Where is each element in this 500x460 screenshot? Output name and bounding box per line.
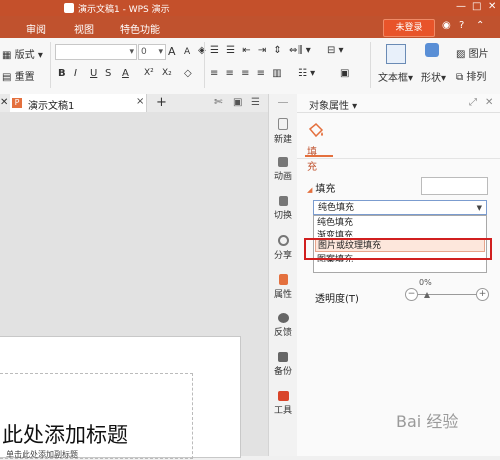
- list-icon[interactable]: ☰: [251, 97, 260, 108]
- option-gradient-fill[interactable]: 渐变填充: [317, 228, 353, 237]
- highlight-box: [304, 238, 492, 260]
- transparency-label: 透明度(T): [315, 294, 359, 305]
- maximize-icon[interactable]: □: [472, 1, 481, 12]
- divider: [50, 42, 51, 88]
- presentation-icon: P: [12, 98, 22, 108]
- sidebar-item-tools[interactable]: 工具: [269, 391, 297, 416]
- expand-triangle-icon: ◢: [307, 186, 313, 194]
- textbox-button[interactable]: 文本框▾: [378, 69, 413, 84]
- wps-logo-icon: [64, 3, 74, 13]
- divider: [204, 42, 205, 88]
- divider: [297, 158, 500, 159]
- font-name-select[interactable]: ▾: [55, 44, 137, 60]
- shirt-icon[interactable]: ◉: [442, 20, 451, 31]
- panel-title[interactable]: 对象属性 ▾: [309, 97, 357, 112]
- ribbon: ▦ 版式 ▾ ▤ 重置 ▾ 0 ▾ A A ◈ B I U S A X² X₂ ◇…: [0, 38, 500, 95]
- minimize-icon[interactable]: —: [456, 1, 466, 12]
- toolbox-icon: [277, 391, 289, 401]
- title-bar: 演示文稿1 - WPS 演示 — □ ✕: [0, 0, 500, 16]
- document-tab-bar: ✕ P 演示文稿1 × + ✄ ▣ ☰: [0, 94, 268, 113]
- panel-close-icon[interactable]: ✕: [485, 97, 493, 108]
- collapse-icon[interactable]: ⌃: [476, 20, 484, 31]
- menu-view[interactable]: 视图: [74, 21, 94, 36]
- tab-underline: [305, 155, 333, 157]
- side-toolbar: 新建 动画 切换 分享 属性 反馈 备份 工具: [268, 94, 298, 456]
- textbox-icon[interactable]: [386, 44, 406, 64]
- menu-review[interactable]: 审阅: [26, 21, 46, 36]
- slide-canvas: 此处添加标题 单击此处添加副标题: [0, 112, 268, 460]
- dock-icon[interactable]: ⤢: [469, 97, 477, 108]
- decrease-button[interactable]: −: [405, 288, 418, 301]
- new-tab-button[interactable]: +: [156, 95, 167, 110]
- sidebar-item-backup[interactable]: 备份: [269, 352, 297, 377]
- font-grow-button[interactable]: A: [168, 45, 176, 58]
- help-icon[interactable]: ?: [459, 20, 464, 31]
- fill-section-header[interactable]: ◢ 填充: [307, 180, 335, 195]
- arrange-small-icon[interactable]: ▣: [340, 68, 349, 79]
- underline-button[interactable]: U: [90, 68, 97, 79]
- properties-icon: [278, 274, 288, 285]
- tools-icon[interactable]: ✄: [214, 97, 222, 108]
- feedback-icon: [277, 313, 289, 323]
- sidebar-item-share[interactable]: 分享: [269, 235, 297, 261]
- slide-subtitle-text[interactable]: 单击此处添加副标题: [6, 449, 78, 460]
- bold-button[interactable]: B: [58, 68, 66, 79]
- sidebar-item-feedback[interactable]: 反馈: [269, 313, 297, 338]
- superscript-button[interactable]: X²: [144, 68, 154, 78]
- window-icon[interactable]: ▣: [233, 97, 242, 108]
- text-align-button[interactable]: ⊟ ▾: [327, 45, 344, 56]
- option-solid-fill[interactable]: 纯色填充: [317, 215, 353, 228]
- transparency-slider[interactable]: 0% − +: [405, 278, 489, 303]
- animation-icon: [278, 157, 288, 167]
- new-icon: [278, 118, 288, 130]
- layout-button[interactable]: ▦ 版式 ▾: [2, 46, 43, 61]
- fill-type-select[interactable]: 纯色填充 ▼: [313, 200, 487, 215]
- window-title: 演示文稿1 - WPS 演示: [78, 5, 170, 15]
- picture-button[interactable]: ▨ 图片: [456, 45, 489, 60]
- menu-bar: 审阅 视图 特色功能 未登录 ◉ ? ⌃: [0, 16, 500, 38]
- login-button[interactable]: 未登录: [383, 19, 435, 37]
- transparency-value: 0%: [419, 278, 432, 287]
- strike-button[interactable]: S: [105, 68, 111, 79]
- align-tools[interactable]: ≡ ≡ ≡ ≡ ▥: [210, 68, 284, 79]
- slider-thumb[interactable]: [424, 292, 430, 298]
- subscript-button[interactable]: X₂: [162, 68, 172, 78]
- close-icon[interactable]: ✕: [488, 1, 496, 12]
- divider: [370, 42, 371, 88]
- sidebar-item-new[interactable]: 新建: [269, 118, 297, 145]
- document-tab-name: 演示文稿1: [28, 101, 75, 112]
- close-left-icon[interactable]: ✕: [0, 97, 8, 108]
- share-icon: [277, 235, 289, 246]
- reset-button[interactable]: ▤ 重置: [2, 68, 35, 83]
- slide-title-text[interactable]: 此处添加标题: [2, 419, 128, 449]
- eraser-icon[interactable]: ◇: [184, 68, 192, 79]
- slide[interactable]: 此处添加标题 单击此处添加副标题: [0, 336, 241, 460]
- paragraph-tools[interactable]: ☰ ☰ ⇤ ⇥ ⇕ ⇔: [210, 45, 299, 56]
- italic-button[interactable]: I: [74, 68, 77, 79]
- columns-button[interactable]: ☷ ▾: [298, 68, 315, 79]
- text-direction-button[interactable]: ⫼ ▾: [298, 45, 311, 56]
- sidebar-item-properties[interactable]: 属性: [269, 274, 297, 300]
- arrange-button[interactable]: ⧉ 排列: [456, 68, 486, 83]
- transition-icon: [278, 196, 288, 206]
- font-size-select[interactable]: 0 ▾: [138, 44, 166, 60]
- font-color-button[interactable]: A: [122, 68, 129, 79]
- font-shrink-button[interactable]: A: [184, 47, 190, 57]
- backup-icon: [278, 352, 288, 362]
- grip-icon: [278, 102, 288, 103]
- sidebar-item-animation[interactable]: 动画: [269, 157, 297, 182]
- increase-button[interactable]: +: [476, 288, 489, 301]
- document-tab[interactable]: P 演示文稿1 ×: [10, 94, 147, 112]
- panel-header: 对象属性 ▾ ⤢ ✕: [297, 94, 500, 113]
- menu-special[interactable]: 特色功能: [120, 21, 160, 36]
- shape-button[interactable]: 形状▾: [421, 69, 446, 84]
- sidebar-item-transition[interactable]: 切换: [269, 196, 297, 221]
- watermark: Bai 经验: [396, 412, 459, 431]
- chevron-down-icon: ▼: [476, 204, 482, 212]
- tab-close-button[interactable]: ×: [136, 96, 144, 107]
- shape-icon[interactable]: [425, 43, 439, 57]
- fill-preview-box[interactable]: [421, 177, 488, 195]
- paint-bucket-icon: [308, 122, 324, 138]
